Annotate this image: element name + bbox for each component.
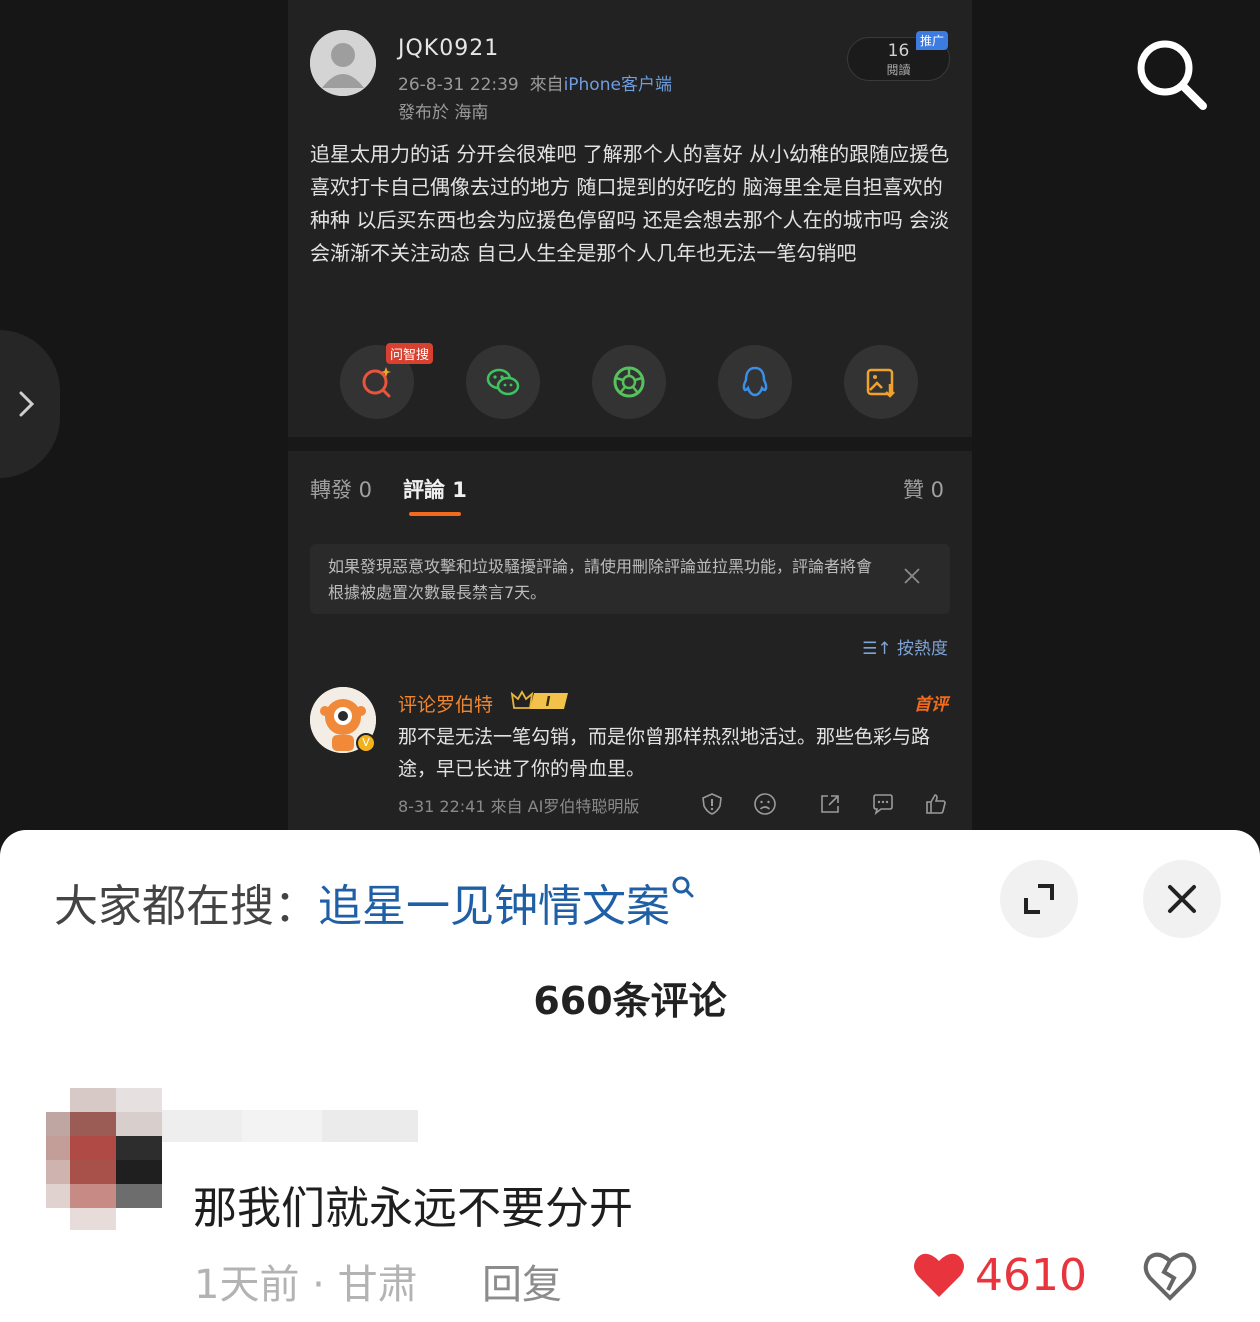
sort-button[interactable]: ☰↑ 按熱度 bbox=[862, 634, 948, 659]
screen: JQK0921 26-8-31 22:39 來自iPhone客户端 發布於 海南… bbox=[0, 0, 1260, 1322]
comment-author[interactable]: 评论罗伯特 bbox=[398, 690, 493, 717]
close-sheet-button[interactable] bbox=[1143, 860, 1221, 938]
blurred-username bbox=[162, 1110, 418, 1142]
sort-label: 按熱度 bbox=[897, 639, 948, 659]
hot-search-prefix: 大家都在搜： bbox=[54, 881, 318, 932]
side-panel-toggle[interactable] bbox=[0, 330, 60, 478]
moments-icon bbox=[613, 366, 645, 398]
post-meta: 26-8-31 22:39 來自iPhone客户端 bbox=[398, 70, 672, 95]
tab-repost[interactable]: 轉發 0 bbox=[310, 474, 372, 504]
post-from-prefix: 來自 bbox=[529, 75, 564, 95]
sort-icon: ☰↑ bbox=[862, 639, 897, 659]
moments-share-button[interactable] bbox=[592, 345, 666, 419]
reply-icon[interactable] bbox=[871, 792, 895, 816]
post-time: 26-8-31 22:39 bbox=[398, 75, 519, 95]
vip-crown-badge: I bbox=[510, 690, 568, 710]
verified-badge: V bbox=[356, 733, 376, 753]
user-avatar[interactable] bbox=[310, 30, 376, 96]
post-source[interactable]: iPhone客户端 bbox=[564, 75, 672, 95]
post-username[interactable]: JQK0921 bbox=[398, 36, 499, 61]
post-body: 追星太用力的话 分开会很难吧 了解那个人的喜好 从小幼稚的跟随应援色 喜欢打卡自… bbox=[310, 142, 950, 265]
default-avatar-icon bbox=[310, 30, 376, 96]
tab-likes[interactable]: 贊 0 bbox=[903, 474, 944, 504]
qq-share-button[interactable] bbox=[718, 345, 792, 419]
zhisou-badge: 问智搜 bbox=[386, 343, 434, 364]
heart-filled-icon[interactable] bbox=[912, 1250, 966, 1300]
qq-icon bbox=[742, 366, 768, 397]
save-image-button[interactable] bbox=[844, 345, 918, 419]
report-icon[interactable] bbox=[700, 792, 724, 816]
post-location: 發布於 海南 bbox=[398, 103, 489, 123]
blurred-avatar[interactable] bbox=[46, 1088, 168, 1230]
search-icon bbox=[672, 876, 694, 898]
like-icon[interactable] bbox=[924, 792, 948, 816]
reads-label: 閱讀 bbox=[886, 63, 911, 77]
search-icon[interactable] bbox=[1133, 36, 1209, 112]
top-comment-likes: 4610 bbox=[975, 1250, 1087, 1301]
hot-search-keyword[interactable]: 追星一见钟情文案 bbox=[318, 881, 670, 932]
wechat-icon bbox=[486, 368, 520, 396]
section-divider bbox=[288, 437, 972, 451]
vip-level: I bbox=[546, 695, 551, 710]
comment-meta: 8-31 22:41 來自 AI罗伯特聪明版 bbox=[398, 797, 640, 816]
dislike-face-icon[interactable] bbox=[753, 792, 777, 816]
close-icon bbox=[1168, 885, 1196, 913]
tab-active-indicator bbox=[409, 512, 461, 516]
save-image-icon bbox=[866, 368, 895, 398]
broken-heart-icon[interactable] bbox=[1142, 1248, 1198, 1304]
share-icon[interactable] bbox=[818, 792, 842, 816]
expand-button[interactable] bbox=[1000, 860, 1078, 938]
tab-comments[interactable]: 評論 1 bbox=[403, 474, 467, 504]
post-card: JQK0921 26-8-31 22:39 來自iPhone客户端 發布於 海南… bbox=[288, 0, 972, 831]
top-comment-text: 那我们就永远不要分开 bbox=[193, 1183, 633, 1234]
top-comment-meta: 1天前 · 甘肃 bbox=[194, 1262, 418, 1308]
expand-icon bbox=[1024, 884, 1054, 914]
comment-notice: 如果發現惡意攻擊和垃圾騷擾評論，請使用刪除評論並拉黑功能，評論者將會根據被處置次… bbox=[310, 544, 950, 614]
comment-count: 660条评论 bbox=[533, 979, 727, 1023]
close-icon[interactable] bbox=[902, 566, 922, 586]
reply-button[interactable]: 回复 bbox=[482, 1252, 562, 1310]
hot-search-bar[interactable]: 大家都在搜：追星一见钟情文案 bbox=[54, 870, 696, 934]
comment-text: 那不是无法一笔勾销，而是你曾那样热烈地活过。那些色彩与路途，早已长进了你的骨血里… bbox=[398, 726, 931, 780]
notice-text: 如果發現惡意攻擊和垃圾騷擾評論，請使用刪除評論並拉黑功能，評論者將會根據被處置次… bbox=[328, 557, 873, 602]
ai-search-icon bbox=[362, 367, 391, 398]
chevron-right-icon bbox=[19, 391, 35, 417]
wechat-share-button[interactable] bbox=[466, 345, 540, 419]
promo-badge[interactable]: 推广 bbox=[916, 31, 949, 50]
comment-sheet: 大家都在搜：追星一见钟情文案 660条评论 那我们就永远不要分开 1天前 · 甘… bbox=[0, 830, 1260, 1322]
first-comment-badge: 首评 bbox=[914, 695, 948, 715]
